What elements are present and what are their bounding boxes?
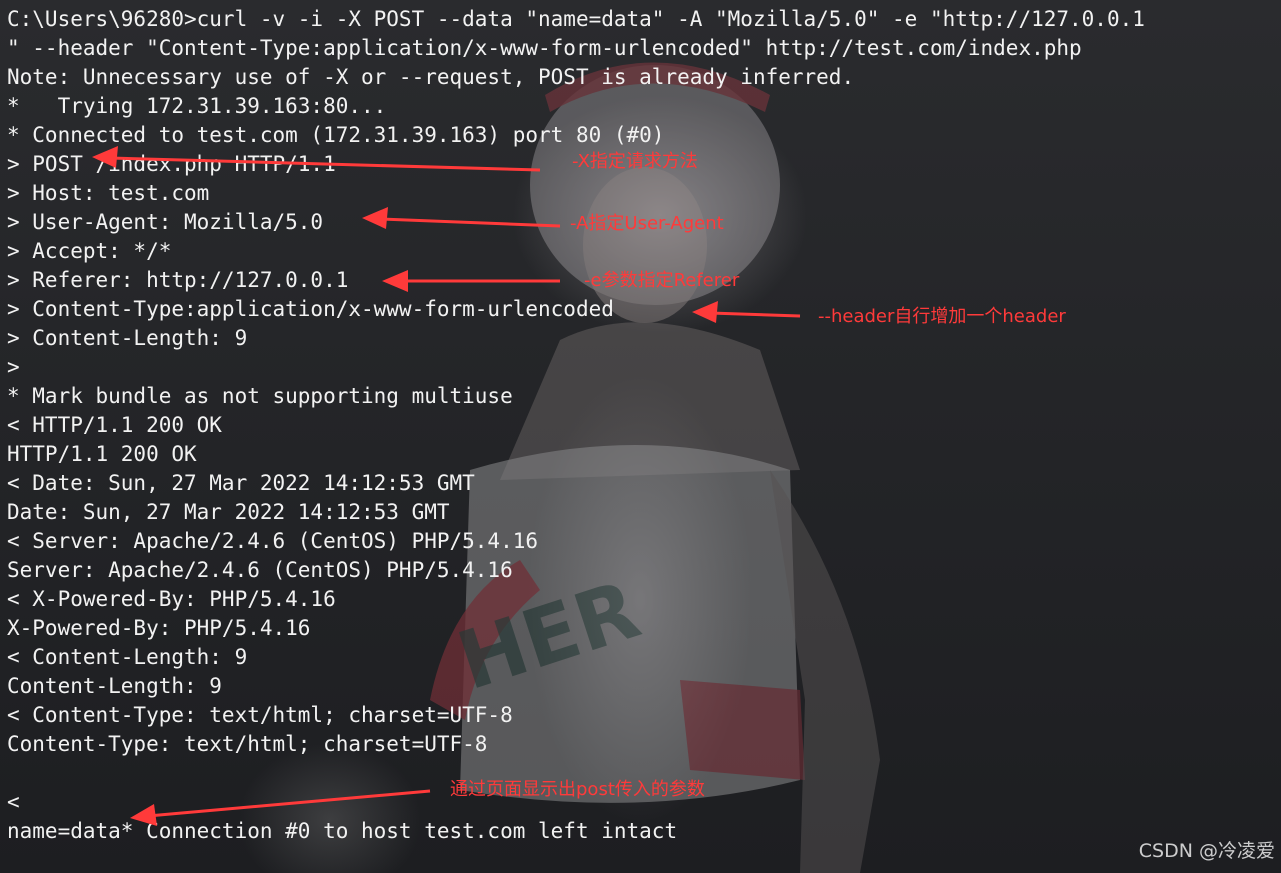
annotation-header-added: --header自行增加一个header — [818, 306, 1066, 327]
annotation-post-params: 通过页面显示出post传入的参数 — [450, 779, 705, 800]
arrow-icon — [362, 207, 561, 229]
arrow-icon — [692, 301, 801, 323]
annotation-layer — [92, 146, 801, 826]
annotation-x-method: -X指定请求方法 — [572, 151, 698, 172]
csdn-watermark: CSDN @冷凌爱 — [1138, 840, 1275, 862]
annotation-e-referer: -e参数指定Referer — [584, 270, 740, 291]
arrow-icon — [92, 146, 541, 172]
annotation-a-user-agent: -A指定User-Agent — [570, 213, 724, 234]
terminal-window[interactable]: HER C:\Users\96280>curl -v -i -X POST --… — [0, 0, 1281, 873]
arrow-icon — [382, 270, 560, 292]
arrow-icon — [130, 789, 431, 826]
